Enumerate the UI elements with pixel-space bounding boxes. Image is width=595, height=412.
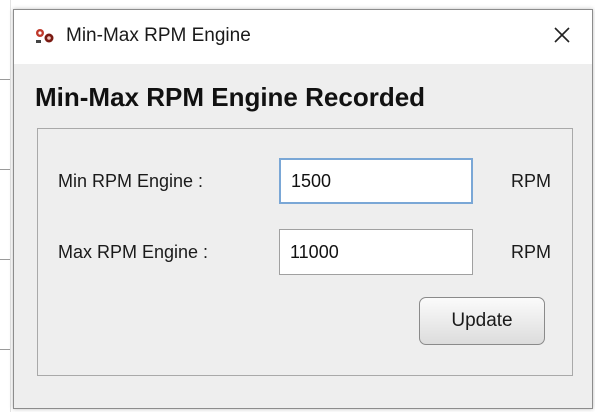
update-button-label: Update (451, 310, 513, 331)
min-rpm-unit: RPM (511, 171, 551, 191)
close-icon (553, 26, 571, 49)
min-rpm-input[interactable] (279, 158, 473, 204)
background-app-edge (10, 0, 11, 412)
title-bar[interactable]: Min-Max RPM Engine (14, 10, 592, 64)
app-logo-icon (34, 27, 56, 45)
update-button[interactable]: Update (419, 297, 545, 345)
dialog-heading: Min-Max RPM Engine Recorded (35, 82, 426, 112)
window-title: Min-Max RPM Engine (66, 25, 251, 46)
max-rpm-label: Max RPM Engine : (58, 242, 209, 262)
background-tick (0, 349, 10, 350)
max-rpm-unit: RPM (511, 242, 551, 262)
background-tick (0, 169, 10, 170)
max-rpm-input[interactable] (279, 229, 473, 275)
rpm-dialog: Min-Max RPM Engine Min-Max RPM Engine Re… (13, 9, 593, 409)
min-rpm-label: Min RPM Engine : (58, 171, 204, 191)
background-tick (0, 259, 10, 260)
background-tick (0, 79, 10, 80)
close-button[interactable] (532, 10, 592, 64)
